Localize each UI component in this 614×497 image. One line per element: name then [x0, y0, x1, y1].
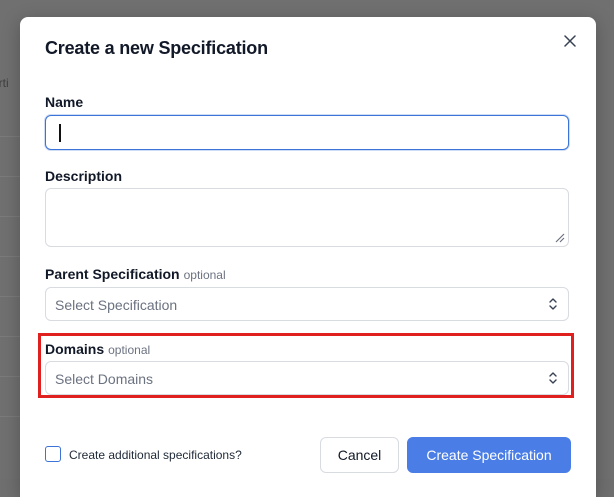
parent-specification-label-text: Parent Specification: [45, 266, 180, 282]
create-additional-label[interactable]: Create additional specifications?: [69, 448, 242, 462]
description-label-text: Description: [45, 168, 123, 184]
background-divider: [0, 376, 20, 377]
name-label-text: Name: [45, 94, 84, 110]
parent-specification-placeholder: Select Specification: [55, 297, 178, 313]
resize-handle-icon[interactable]: [555, 233, 565, 243]
cancel-button[interactable]: Cancel: [320, 437, 399, 473]
domains-highlight-box: [38, 333, 574, 398]
background-divider: [0, 136, 20, 137]
chevron-up-down-icon: [549, 298, 557, 310]
dialog-title: Create a new Specification: [45, 38, 268, 58]
parent-specification-select[interactable]: Select Specification: [45, 287, 569, 321]
name-input[interactable]: [45, 115, 569, 150]
description-textarea[interactable]: [45, 188, 569, 247]
close-icon: [564, 35, 576, 47]
background-divider: [0, 296, 20, 297]
create-specification-dialog: Create a new Specification Name Descript…: [20, 17, 596, 497]
optional-hint: optional: [183, 268, 226, 282]
create-specification-button[interactable]: Create Specification: [407, 437, 571, 473]
name-label: Name: [45, 94, 83, 110]
text-caret: [59, 124, 61, 142]
background-divider: [0, 336, 20, 337]
create-additional-checkbox[interactable]: [45, 446, 61, 462]
background-divider: [0, 176, 20, 177]
background-divider: [0, 256, 20, 257]
background-divider: [0, 216, 20, 217]
background-text: erti: [0, 76, 9, 90]
description-label: Description: [45, 168, 122, 184]
close-button[interactable]: [558, 29, 582, 53]
parent-specification-label: Parent Specification optional: [45, 266, 226, 282]
background-divider: [0, 416, 20, 417]
